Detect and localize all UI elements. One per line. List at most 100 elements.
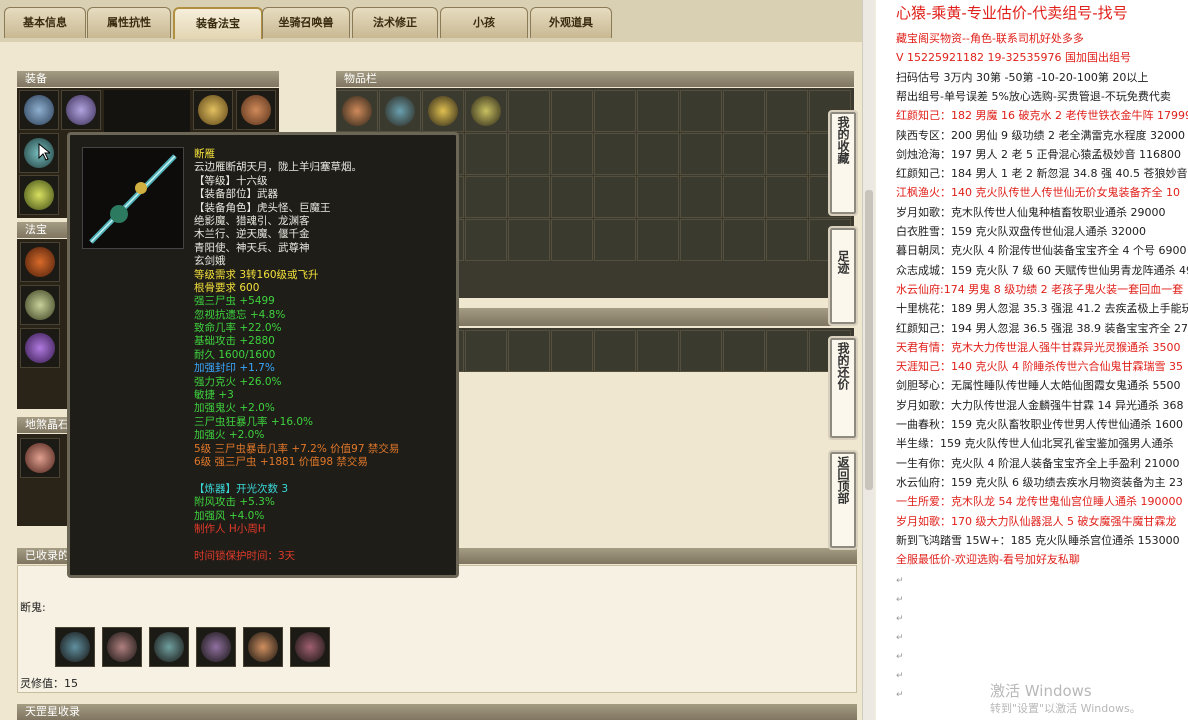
item-grid-cell[interactable] (637, 219, 679, 261)
item-grid-cell[interactable] (680, 133, 722, 175)
footprints-label: 足迹 (836, 250, 850, 274)
tooltip-line: 基础攻击 +2880 (194, 335, 275, 348)
equip-slot-helmet[interactable] (61, 90, 101, 130)
inventory-item-icon[interactable] (342, 96, 372, 126)
collected-label: 断鬼: (20, 601, 46, 614)
mouse-cursor-icon (38, 143, 50, 161)
item-grid-cell[interactable] (508, 90, 550, 132)
tooltip-line: 【装备部位】武器 (194, 188, 278, 201)
collected-item-slot[interactable] (290, 627, 330, 667)
fabao-slot-2[interactable] (20, 285, 60, 325)
item-grid-2-cell[interactable] (594, 330, 636, 372)
item-grid-cell[interactable] (551, 90, 593, 132)
tooltip-line: 耐久 1600/1600 (194, 348, 276, 361)
tooltip-line: 强三尸虫 +5499 (194, 295, 275, 308)
document-line: 岁月如歌：170 级大力队仙器混人 5 破女魔强牛魔甘霖龙 (896, 514, 1177, 528)
item-grid-cell[interactable] (465, 133, 507, 175)
collected-item-icon (201, 632, 231, 662)
item-grid-2-cell[interactable] (723, 330, 765, 372)
item-grid-cell[interactable] (680, 90, 722, 132)
document-line: 江枫渔火：140 克火队传世人传世仙无价女鬼装备齐全 10 (896, 186, 1180, 200)
document-line: 暮日朝凤：克火队 4 阶混传世仙装备宝宝齐全 4 个号 6900 (896, 244, 1187, 258)
inventory-item-icon[interactable] (385, 96, 415, 126)
collected-item-slot[interactable] (149, 627, 189, 667)
item-grid-cell[interactable] (637, 133, 679, 175)
scrollbar-thumb[interactable] (865, 190, 873, 490)
item-grid-cell[interactable] (637, 176, 679, 218)
item-grid-cell[interactable] (508, 219, 550, 261)
tooltip-line: 附风攻击 +5.3% (194, 496, 275, 509)
paragraph-mark: ↵ (896, 576, 904, 587)
tooltip-line: 等级需求 3转160级或飞升 (194, 268, 319, 281)
tooltip-line: 忽视抗遗忘 +4.8% (194, 308, 286, 321)
item-grid-cell[interactable] (766, 219, 808, 261)
equip-slot-armor[interactable] (193, 90, 233, 130)
document-line: 扫码估号 3万内 30第 -50第 -10-20-100第 20以上 (896, 70, 1149, 84)
footprints-button[interactable]: 足迹 (828, 226, 858, 326)
tab-4[interactable]: 法术修正 (352, 7, 438, 38)
item-grid-cell[interactable] (594, 133, 636, 175)
paragraph-mark: ↵ (896, 671, 904, 682)
document-line: 天涯知己：140 克火队 4 阶睡杀传世六合仙鬼甘霖瑞雪 35 (896, 360, 1183, 374)
document-line: 十里桃花：189 男人忽混 35.3 强混 41.2 去疾孟极上手能玩 (896, 302, 1188, 316)
item-grid-2-cell[interactable] (680, 330, 722, 372)
item-grid-cell[interactable] (551, 133, 593, 175)
inventory-item-icon[interactable] (428, 96, 458, 126)
game-window: 基本信息 属性抗性 装备法宝 坐骑召唤兽 法术修正 小孩 外观道具 装备 法宝 地煞晶石 物… (0, 0, 862, 720)
item-grid-2-cell[interactable] (465, 330, 507, 372)
collected-item-slot[interactable] (243, 627, 283, 667)
inventory-item-icon[interactable] (471, 96, 501, 126)
dihun-slot-1[interactable] (20, 438, 60, 478)
tooltip-line (194, 536, 456, 549)
my-counteroffers-button[interactable]: 我的还价 (828, 336, 858, 440)
item-grid-cell[interactable] (508, 133, 550, 175)
item-grid-cell[interactable] (594, 90, 636, 132)
tab-3[interactable]: 坐骑召唤兽 (262, 7, 350, 38)
collected-item-icon (60, 632, 90, 662)
item-grid-cell[interactable] (723, 219, 765, 261)
item-grid-cell[interactable] (766, 90, 808, 132)
equip-slot-shoes[interactable] (19, 175, 59, 215)
vertical-scrollbar[interactable] (862, 0, 875, 720)
item-grid-cell[interactable] (551, 219, 593, 261)
item-grid-cell[interactable] (637, 90, 679, 132)
item-grid-2-cell[interactable] (551, 330, 593, 372)
item-grid-cell[interactable] (680, 219, 722, 261)
equip-slot-necklace[interactable] (19, 90, 59, 130)
item-grid-cell[interactable] (465, 219, 507, 261)
tooltip-line: 绝影魔、猎魂引、龙渊客 (194, 214, 310, 227)
equip-slot-ring[interactable] (236, 90, 276, 130)
tooltip-line: 【炼器】开光次数 3 (194, 482, 289, 495)
item-grid-2-cell[interactable] (637, 330, 679, 372)
collected-item-icon (295, 632, 325, 662)
item-grid-cell[interactable] (723, 90, 765, 132)
item-grid-cell[interactable] (508, 176, 550, 218)
item-grid-cell[interactable] (766, 133, 808, 175)
tab-1[interactable]: 属性抗性 (87, 7, 171, 38)
collected-item-slot[interactable] (55, 627, 95, 667)
item-grid-cell[interactable] (680, 176, 722, 218)
fabao-slot-1[interactable] (20, 242, 60, 282)
item-grid-cell[interactable] (594, 176, 636, 218)
collected-item-slot[interactable] (196, 627, 236, 667)
fabao-slot-3[interactable] (20, 328, 60, 368)
tab-2[interactable]: 装备法宝 (173, 7, 263, 39)
my-favorites-button[interactable]: 我的收藏 (828, 110, 858, 216)
tab-6[interactable]: 外观道具 (530, 7, 612, 38)
back-to-top-button[interactable]: 返回顶部 (828, 450, 858, 550)
item-grid-2-cell[interactable] (508, 330, 550, 372)
document-line: 红颜知己：184 男人 1 老 2 新忽混 34.8 强 40.5 苍狼妙音 2… (896, 167, 1188, 181)
item-grid-cell[interactable] (594, 219, 636, 261)
item-grid-cell[interactable] (723, 176, 765, 218)
tab-5[interactable]: 小孩 (440, 7, 528, 38)
paragraph-mark: ↵ (896, 614, 904, 625)
tab-0[interactable]: 基本信息 (4, 7, 86, 38)
item-grid-cell[interactable] (551, 176, 593, 218)
document-line: 剑胆琴心：无属性睡队传世睡人太皓仙图霞女鬼通杀 5500 (896, 379, 1181, 393)
item-grid-cell[interactable] (723, 133, 765, 175)
collected-item-slot[interactable] (102, 627, 142, 667)
item-grid-cell[interactable] (465, 176, 507, 218)
item-grid-2-cell[interactable] (766, 330, 808, 372)
item-grid-cell[interactable] (766, 176, 808, 218)
document-line: 半生缘：159 克火队传世人仙北冥孔雀宝鉴加强男人通杀 (896, 437, 1174, 451)
